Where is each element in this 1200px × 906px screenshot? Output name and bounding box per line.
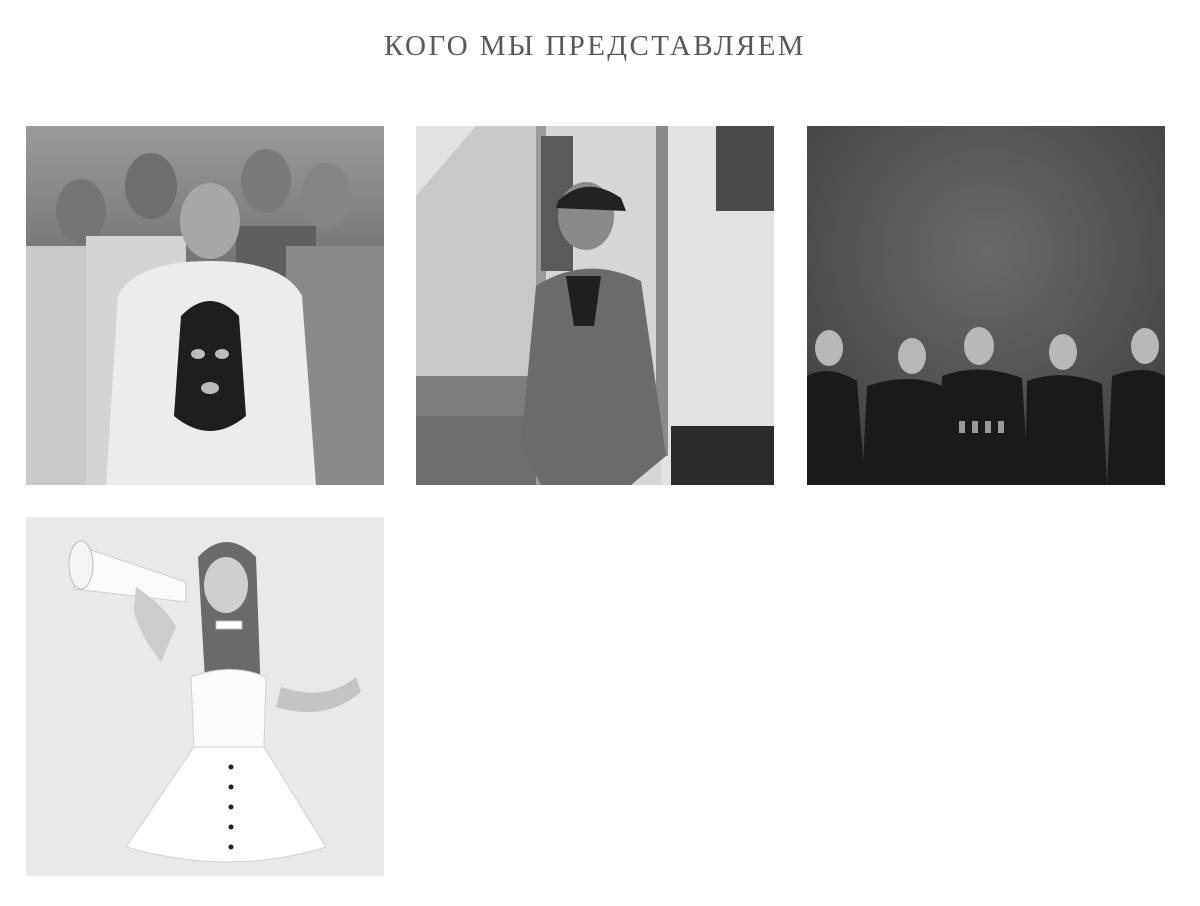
singer-megaphone-photo	[26, 517, 384, 876]
band-group-photo	[26, 126, 384, 485]
artist-card-2[interactable]	[416, 126, 774, 485]
section-title: КОГО МЫ ПРЕДСТАВЛЯЕМ	[384, 30, 806, 62]
artist-card-4[interactable]	[26, 517, 384, 876]
artist-card-1[interactable]	[26, 126, 384, 485]
solo-artist-cap-photo	[416, 126, 774, 485]
band-dark-backdrop-photo	[807, 126, 1165, 485]
artist-card-3[interactable]	[807, 126, 1165, 485]
